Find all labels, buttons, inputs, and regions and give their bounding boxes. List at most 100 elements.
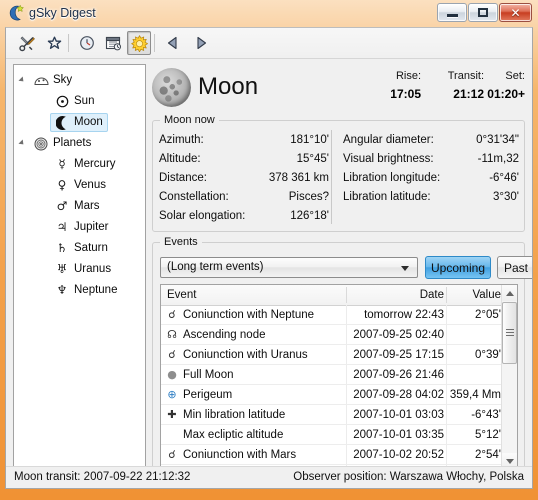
event-value: 5°12' xyxy=(475,429,501,441)
saturn-symbol-icon: ♄ xyxy=(56,241,68,255)
tree-node-label: Uranus xyxy=(74,263,112,275)
calendar-icon[interactable] xyxy=(101,31,125,55)
events-table[interactable]: Event Date Value ☌ Coniunction with Nept… xyxy=(160,284,518,470)
field-libration-longitude: Libration longitude: -6°46' xyxy=(343,169,519,188)
close-icon: ✕ xyxy=(510,5,521,20)
table-row[interactable]: ● Full Moon 2007-09-26 21:46 xyxy=(161,365,517,385)
table-row[interactable]: ☌ Coniunction with Neptune tomorrow 22:4… xyxy=(161,305,517,325)
tree-node-label: Saturn xyxy=(74,242,108,254)
now-right-column: Angular diameter: 0°31'34" Visual bright… xyxy=(343,131,519,207)
column-header-value[interactable]: Value xyxy=(447,285,501,305)
tree-node-moon[interactable]: Moon xyxy=(14,112,145,133)
clock-icon[interactable] xyxy=(75,31,99,55)
past-button[interactable]: Past xyxy=(497,256,532,279)
tree-node-sun[interactable]: Sun xyxy=(14,91,145,112)
tree-node-sky[interactable]: Sky xyxy=(14,70,145,91)
event-name: Coniunction with Uranus xyxy=(183,349,308,361)
event-date: 2007-09-26 21:46 xyxy=(353,369,444,381)
column-header-event[interactable]: Event xyxy=(167,285,196,305)
tree-node-jupiter[interactable]: ♃ Jupiter xyxy=(14,217,145,238)
upcoming-button[interactable]: Upcoming xyxy=(425,256,491,279)
conjunction-icon: ☌ xyxy=(168,348,176,361)
object-header: Moon Rise: 17:05 Transit: 21:12 Set: 01:… xyxy=(150,64,525,112)
tree-node-mars[interactable]: ♂ Mars xyxy=(14,196,145,217)
column-header-date[interactable]: Date xyxy=(347,285,444,305)
expander-icon[interactable] xyxy=(18,76,26,84)
next-icon[interactable] xyxy=(189,31,213,55)
table-row[interactable]: ☌ Coniunction with Mars 2007-10-02 20:52… xyxy=(161,445,517,465)
moon-symbol-icon xyxy=(54,112,70,133)
event-date: 2007-10-01 03:35 xyxy=(353,429,444,441)
field-label: Angular diameter: xyxy=(343,134,434,146)
window-title: gSky Digest xyxy=(29,6,96,20)
field-altitude: Altitude: 15°45' xyxy=(159,150,329,169)
event-name: Perigeum xyxy=(183,389,233,401)
caret-down-icon xyxy=(505,458,514,464)
events-group: Events (Long term events) Upcoming Past … xyxy=(152,235,532,478)
ascending-node-icon: ☊ xyxy=(167,328,177,341)
tree-node-label: Neptune xyxy=(74,284,118,296)
field-constellation: Constellation: Pisces? xyxy=(159,188,329,207)
field-label: Azimuth: xyxy=(159,134,204,146)
field-label: Constellation: xyxy=(159,191,229,203)
table-row[interactable]: ⊕ Perigeum 2007-09-28 04:02 359,4 Mm xyxy=(161,385,517,405)
tree-node-saturn[interactable]: ♄ Saturn xyxy=(14,238,145,259)
event-name: Full Moon xyxy=(183,369,234,381)
table-row[interactable]: ☌ Coniunction with Uranus 2007-09-25 17:… xyxy=(161,345,517,365)
conjunction-icon: ☌ xyxy=(168,448,176,461)
event-value: 0°39' xyxy=(475,349,501,361)
rise-column: Rise: 17:05 xyxy=(355,70,421,101)
object-tree[interactable]: Sky Sun Moon Planets ☿ Mercury ♀ Venus ♂… xyxy=(13,64,146,483)
maximize-icon xyxy=(469,4,497,21)
rise-value: 17:05 xyxy=(390,87,421,101)
event-date: 2007-09-25 17:15 xyxy=(353,349,444,361)
event-value xyxy=(447,325,501,345)
table-row[interactable]: ✚ Min libration latitude 2007-10-01 03:0… xyxy=(161,405,517,425)
title-bar: gSky Digest ✕ xyxy=(0,0,538,27)
tree-node-neptune[interactable]: ♆ Neptune xyxy=(14,280,145,301)
favorites-star-icon[interactable] xyxy=(42,31,66,55)
event-value: 2°05' xyxy=(475,309,501,321)
field-value: -6°46' xyxy=(489,172,519,184)
minimize-button[interactable] xyxy=(437,3,467,22)
events-scrollbar[interactable] xyxy=(501,285,517,469)
sun-icon[interactable] xyxy=(127,31,151,55)
close-button[interactable]: ✕ xyxy=(499,3,532,22)
field-label: Libration longitude: xyxy=(343,172,441,184)
tree-node-planets[interactable]: Planets xyxy=(14,133,145,154)
tree-node-label: Mercury xyxy=(74,158,116,170)
events-filter-value: (Long term events) xyxy=(167,261,264,273)
tree-node-label: Sky xyxy=(53,74,73,86)
event-name: Ascending node xyxy=(183,329,266,341)
expander-icon[interactable] xyxy=(18,139,26,147)
tree-node-label: Sun xyxy=(74,95,95,107)
chevron-down-icon[interactable] xyxy=(401,266,409,271)
uranus-symbol-icon: ♅ xyxy=(56,262,68,276)
tree-node-label: Jupiter xyxy=(74,221,109,233)
status-transit-text: Moon transit: 2007-09-22 21:12:32 xyxy=(14,471,191,483)
scroll-up-button[interactable] xyxy=(502,285,517,301)
transit-label: Transit: xyxy=(447,70,484,82)
tree-node-mercury[interactable]: ☿ Mercury xyxy=(14,154,145,175)
scrollbar-thumb[interactable] xyxy=(502,302,517,364)
tree-node-uranus[interactable]: ♅ Uranus xyxy=(14,259,145,280)
toolbar xyxy=(6,28,532,59)
field-value: Pisces? xyxy=(288,191,329,203)
events-filter-select[interactable]: (Long term events) xyxy=(160,257,418,278)
field-value: 15°45' xyxy=(296,153,329,165)
perigee-icon: ⊕ xyxy=(167,388,177,401)
table-row[interactable]: Max ecliptic altitude 2007-10-01 03:35 5… xyxy=(161,425,517,445)
events-table-header: Event Date Value xyxy=(161,285,517,306)
tools-icon[interactable] xyxy=(15,31,39,55)
scrollbar-grip-icon xyxy=(506,329,514,336)
set-label: Set: xyxy=(505,70,525,82)
venus-symbol-icon: ♀ xyxy=(57,178,67,192)
table-row[interactable]: ☊ Ascending node 2007-09-25 02:40 xyxy=(161,325,517,345)
tree-node-venus[interactable]: ♀ Venus xyxy=(14,175,145,196)
maximize-button[interactable] xyxy=(468,3,498,22)
mercury-symbol-icon: ☿ xyxy=(58,157,66,171)
previous-icon[interactable] xyxy=(161,31,185,55)
now-left-column: Azimuth: 181°10' Altitude: 15°45' Distan… xyxy=(159,131,329,226)
planets-icon xyxy=(33,133,49,154)
toolbar-separator xyxy=(68,34,70,52)
